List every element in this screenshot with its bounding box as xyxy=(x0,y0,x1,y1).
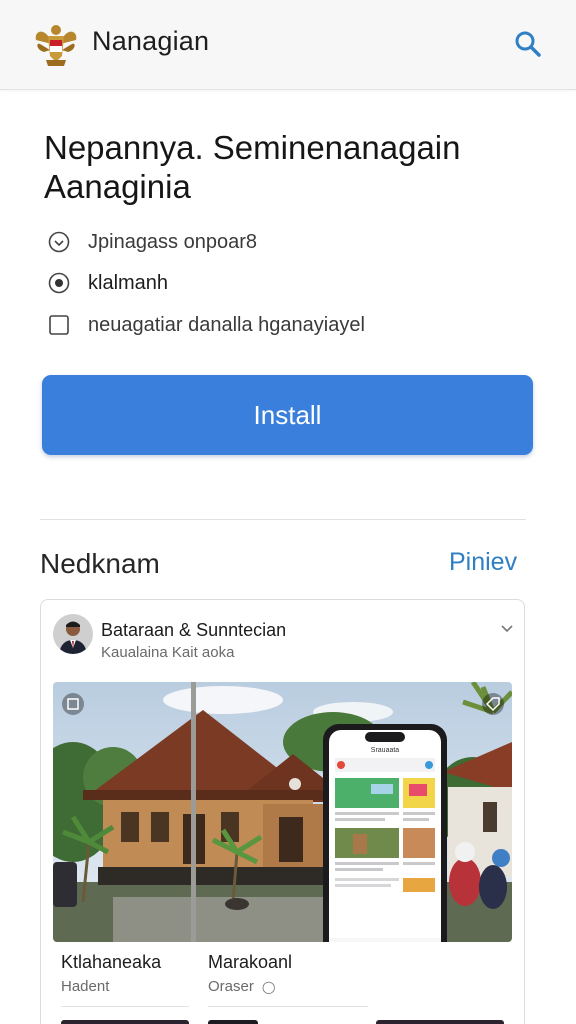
tag-icon[interactable] xyxy=(482,693,504,715)
phone-header-text: Srauaata xyxy=(371,747,400,754)
media-caption-left: Ktlahaneaka xyxy=(61,952,162,972)
card-subtitle: Kaualaina Kait aoka xyxy=(101,644,235,661)
chevron-down-icon xyxy=(501,625,513,633)
option-row-3[interactable]: neuagatiar danalla hganayiayel xyxy=(48,312,365,338)
app-title: Nanagian xyxy=(92,26,210,56)
shield-icon: ◯ xyxy=(262,980,276,994)
install-button[interactable]: Install xyxy=(42,375,533,455)
avatar[interactable] xyxy=(53,614,93,654)
option-label-1: Jpinagass onpoar8 xyxy=(88,230,258,253)
media-subcaption-right-text: Oraser xyxy=(208,978,254,995)
thumbnail-strip-1[interactable] xyxy=(61,1020,189,1024)
thumbnail-strip-2[interactable] xyxy=(208,1020,258,1024)
card-media-image[interactable]: Srauaata xyxy=(53,682,512,942)
top-app-bar: Nanagian xyxy=(0,0,576,90)
section-link[interactable]: Piniev xyxy=(449,548,517,577)
option-label-3: neuagatiar danalla hganayiayel xyxy=(88,313,365,336)
search-button[interactable] xyxy=(512,28,544,60)
thumbnail-strip-3[interactable] xyxy=(376,1020,504,1024)
phone-mockup: Srauaata xyxy=(323,724,447,942)
option-row-2[interactable]: klalmanh xyxy=(48,270,168,296)
expand-icon[interactable] xyxy=(62,693,84,715)
clock-icon xyxy=(48,231,70,253)
media-caption-right: Marakoanl xyxy=(208,952,293,972)
media-subcaption-left: Hadent xyxy=(61,978,110,995)
page-headline: Nepannya. Seminenanagain Aanaginia xyxy=(44,129,461,205)
option-row-1[interactable]: Jpinagass onpoar8 xyxy=(48,229,257,255)
caption-divider-left xyxy=(61,1006,189,1007)
media-subcaption-right: Oraser ◯ xyxy=(208,978,275,995)
caption-divider-right xyxy=(208,1006,368,1007)
feed-card[interactable]: Bataraan & Sunntecian Kaualaina Kait aok… xyxy=(40,599,525,1024)
option-label-2: klalmanh xyxy=(88,271,169,294)
radio-icon xyxy=(48,272,70,294)
garuda-emblem-icon xyxy=(32,22,80,68)
section-title: Nedknam xyxy=(40,548,160,579)
search-icon xyxy=(515,31,541,57)
checkbox-icon[interactable] xyxy=(48,314,70,336)
card-title: Bataraan & Sunntecian xyxy=(101,620,287,640)
card-menu-button[interactable] xyxy=(499,620,515,636)
section-divider xyxy=(40,519,526,520)
